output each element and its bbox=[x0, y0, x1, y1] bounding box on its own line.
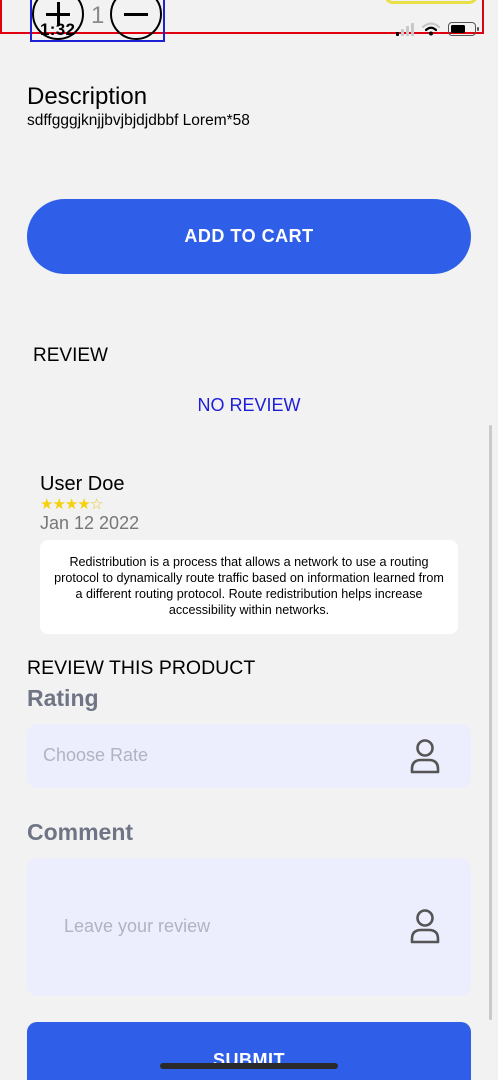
star-empty-icon: ☆ bbox=[89, 496, 103, 513]
status-time: 1:32 bbox=[40, 20, 76, 39]
review-text: Redistribution is a process that allows … bbox=[40, 540, 458, 634]
comment-placeholder: Leave your review bbox=[64, 916, 211, 936]
review-section-title: REVIEW bbox=[33, 345, 108, 366]
highlight-pill bbox=[384, 0, 478, 4]
review-form-title: REVIEW THIS PRODUCT bbox=[27, 657, 256, 679]
comment-label: Comment bbox=[27, 819, 134, 845]
star-rating: ★★★★☆ bbox=[40, 495, 103, 513]
no-review-label: NO REVIEW bbox=[197, 395, 301, 415]
comment-textarea[interactable]: Leave your review bbox=[27, 858, 471, 996]
quantity-value: 1 bbox=[91, 2, 105, 29]
star-filled-icon: ★ bbox=[52, 496, 65, 513]
rating-select[interactable]: Choose Rate bbox=[27, 724, 471, 788]
add-to-cart-button[interactable]: ADD TO CART bbox=[27, 199, 471, 274]
wifi-icon bbox=[422, 22, 440, 36]
person-icon bbox=[410, 909, 440, 944]
person-icon bbox=[410, 739, 440, 774]
reviewer-name: User Doe bbox=[40, 473, 125, 495]
rating-label: Rating bbox=[27, 685, 99, 711]
description-text: sdffgggjknjjbvjbjdjdbbf Lorem*58 bbox=[27, 112, 250, 129]
description-title: Description bbox=[27, 83, 148, 110]
star-filled-icon: ★ bbox=[64, 496, 78, 513]
submit-button[interactable]: SUBMIT bbox=[27, 1022, 471, 1080]
review-date: Jan 12 2022 bbox=[40, 513, 140, 533]
star-filled-icon: ★ bbox=[40, 496, 53, 513]
star-filled-icon: ★ bbox=[77, 496, 90, 513]
battery-icon bbox=[448, 22, 479, 36]
status-icons bbox=[396, 22, 479, 36]
home-indicator bbox=[160, 1063, 338, 1069]
signal-icon bbox=[396, 22, 414, 36]
scrollbar[interactable] bbox=[489, 425, 492, 1020]
rating-placeholder: Choose Rate bbox=[43, 745, 149, 765]
